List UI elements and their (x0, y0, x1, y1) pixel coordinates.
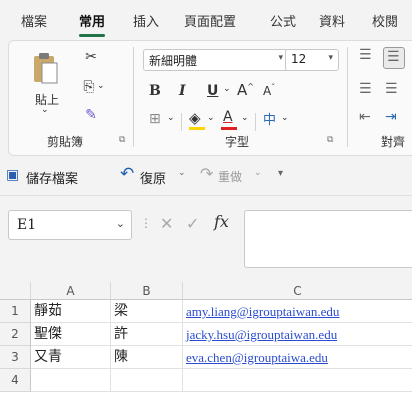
divider (347, 47, 348, 147)
copy-dropdown-icon[interactable]: ⌄ (97, 81, 105, 91)
clipboard-group-label: 剪貼簿 (47, 135, 84, 149)
cancel-icon[interactable]: ✕ (160, 214, 173, 233)
align-center-icon[interactable]: ☰ (385, 81, 398, 97)
cell-a1[interactable]: 靜茹 (31, 300, 111, 323)
row-header-2[interactable]: 2 (0, 323, 31, 346)
cell-c1[interactable]: amy.liang@igrouptaiwan.edu (183, 300, 412, 323)
ribbon-tabs: 檔案 常用 插入 頁面配置 公式 資料 校閱 (0, 0, 412, 40)
divider (133, 47, 134, 147)
tab-page-layout[interactable]: 頁面配置 (184, 11, 236, 30)
tab-data[interactable]: 資料 (319, 11, 345, 30)
name-box[interactable]: E1 ⌄ (8, 210, 132, 240)
tab-home[interactable]: 常用 (79, 11, 106, 37)
fx-icon[interactable]: fx (214, 212, 229, 231)
enter-icon[interactable]: ✓ (186, 214, 199, 233)
font-group-label: 字型 (225, 135, 250, 149)
email-link[interactable]: jacky.hsu@igrouptaiwan.edu (186, 327, 337, 342)
align-middle-button[interactable]: ☰ (383, 47, 405, 69)
underline-icon[interactable]: U (207, 83, 218, 99)
tab-review[interactable]: 校閱 (372, 11, 398, 30)
cell-c3[interactable]: eva.chen@igrouptaiwa.edu (183, 346, 412, 369)
chevron-down-icon: ⌄ (115, 217, 125, 230)
cell-b1[interactable]: 梁 (111, 300, 183, 323)
quick-access-toolbar: ▣ 儲存檔案 ↶ 復原 ⌄ ↷ 重做 ⌄ ▾ (0, 156, 412, 196)
formula-bar: E1 ⌄ ⋮ ✕ ✓ fx (0, 196, 412, 282)
fill-dropdown-icon[interactable]: ⌄ (207, 113, 215, 123)
redo-button[interactable]: 重做 (218, 168, 242, 185)
fill-color-icon[interactable]: ◈ (189, 109, 201, 127)
customize-qat-icon[interactable]: ▾ (278, 168, 283, 179)
cell-a4[interactable] (31, 369, 111, 392)
increase-indent-icon[interactable]: ⇥ (385, 109, 397, 125)
divider (255, 113, 256, 131)
align-left-icon[interactable]: ☰ (359, 81, 372, 97)
redo-dropdown-icon[interactable]: ⌄ (254, 168, 262, 178)
copy-icon[interactable]: ⎘ (79, 79, 99, 95)
cell-c4[interactable] (183, 369, 412, 392)
font-color-icon[interactable]: A (223, 109, 233, 125)
fill-color-swatch (189, 127, 205, 130)
cell-b4[interactable] (111, 369, 183, 392)
borders-dropdown-icon[interactable]: ⌄ (167, 113, 175, 123)
font-size-combo[interactable]: 12 ▾ (285, 49, 339, 71)
row-header-3[interactable]: 3 (0, 346, 31, 369)
email-link[interactable]: eva.chen@igrouptaiwa.edu (186, 350, 328, 365)
align-top-icon[interactable]: ☰ (359, 47, 372, 63)
select-all-corner[interactable] (0, 282, 31, 300)
paste-button[interactable] (31, 51, 59, 89)
more-icon: ⋮ (140, 216, 152, 230)
paste-icon (34, 53, 58, 84)
underline-dropdown-icon[interactable]: ⌄ (223, 84, 231, 94)
alignment-group-label: 對齊 (381, 135, 406, 149)
row-header-1[interactable]: 1 (0, 300, 31, 323)
cut-icon[interactable]: ✂ (81, 49, 101, 65)
tab-insert[interactable]: 插入 (133, 11, 159, 30)
cell-a3[interactable]: 又青 (31, 346, 111, 369)
borders-icon[interactable]: ⊞ (149, 111, 161, 127)
font-launcher-icon[interactable]: ⧉ (327, 135, 333, 145)
bold-icon[interactable]: B (149, 83, 161, 99)
save-icon[interactable]: ▣ (6, 167, 19, 183)
decrease-indent-icon[interactable]: ⇤ (359, 109, 371, 125)
font-color-swatch (221, 127, 237, 130)
column-header-a[interactable]: A (31, 282, 111, 300)
cell-a2[interactable]: 聖傑 (31, 323, 111, 346)
save-button[interactable]: 儲存檔案 (26, 168, 78, 187)
column-header-c[interactable]: C (183, 282, 412, 300)
font-size-value: 12 (291, 52, 307, 66)
redo-icon[interactable]: ↷ (200, 164, 213, 183)
row-header-4[interactable]: 4 (0, 369, 31, 392)
font-name-combo[interactable]: 新細明體 ▾ (143, 49, 289, 71)
cell-c2[interactable]: jacky.hsu@igrouptaiwan.edu (183, 323, 412, 346)
align-middle-icon: ☰ (387, 49, 400, 65)
grow-font-icon[interactable]: A^ (237, 81, 254, 99)
undo-dropdown-icon[interactable]: ⌄ (178, 168, 186, 178)
spreadsheet-grid: A B C 1 靜茹 梁 amy.liang@igrouptaiwan.edu … (0, 282, 412, 398)
tab-formulas[interactable]: 公式 (270, 11, 296, 30)
font-color-dropdown-icon[interactable]: ⌄ (241, 113, 249, 123)
undo-button[interactable]: 復原 (140, 168, 166, 187)
chevron-down-icon: ▾ (278, 53, 283, 63)
format-painter-icon[interactable]: ✎ (81, 107, 101, 123)
cell-b2[interactable]: 許 (111, 323, 183, 346)
column-header-b[interactable]: B (111, 282, 183, 300)
font-name-value: 新細明體 (149, 54, 198, 68)
phonetic-icon[interactable]: 中 (263, 109, 276, 128)
formula-input[interactable] (244, 210, 412, 268)
ribbon-panel: 貼上 ⌄ ✂ ⎘ ⌄ ✎ 剪貼簿 ⧉ 新細明體 ▾ 12 ▾ B I U ⌄ A… (8, 40, 412, 156)
shrink-font-icon[interactable]: Aˇ (263, 83, 275, 98)
name-box-value: E1 (17, 217, 37, 233)
chevron-down-icon: ▾ (328, 53, 333, 63)
italic-icon[interactable]: I (179, 83, 186, 99)
cell-b3[interactable]: 陳 (111, 346, 183, 369)
clipboard-launcher-icon[interactable]: ⧉ (119, 135, 125, 145)
paste-dropdown-icon[interactable]: ⌄ (41, 105, 49, 115)
phonetic-dropdown-icon[interactable]: ⌄ (281, 113, 289, 123)
email-link[interactable]: amy.liang@igrouptaiwan.edu (186, 304, 339, 319)
divider (181, 113, 182, 131)
tab-file[interactable]: 檔案 (21, 11, 47, 30)
undo-icon[interactable]: ↶ (120, 164, 134, 184)
